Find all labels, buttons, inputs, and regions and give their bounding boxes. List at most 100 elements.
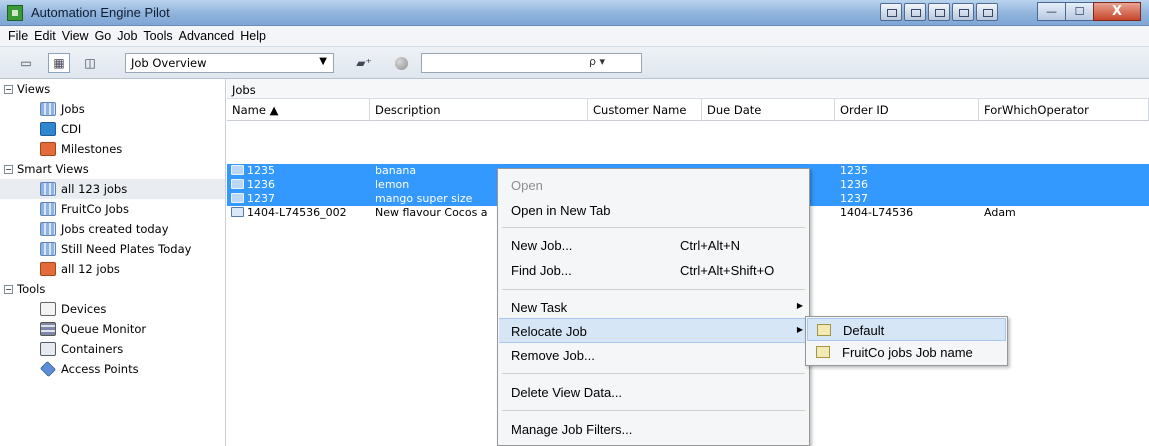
sidebar-item-label: FruitCo Jobs: [61, 202, 129, 216]
submenu-item-label: Default: [843, 323, 885, 338]
sidebar-item-label: Milestones: [61, 142, 123, 156]
order-id-cell: 1404-L74536: [840, 206, 914, 219]
job-name: 1236: [247, 178, 275, 191]
search-input[interactable]: [421, 53, 642, 73]
window-title: Automation Engine Pilot: [31, 5, 170, 20]
sidebar-item-access-points[interactable]: Access Points: [0, 359, 225, 379]
folder-icon: [231, 165, 244, 175]
view-select[interactable]: Job Overview ▼: [125, 53, 334, 73]
sidebar-item-cdi[interactable]: CDI: [0, 119, 225, 139]
menu-open[interactable]: Open: [499, 173, 808, 198]
menu-file[interactable]: File: [5, 29, 31, 43]
cdi-icon: [40, 122, 56, 136]
menu-new-task[interactable]: New Task ▶: [499, 295, 808, 320]
menu-manage-job-filters[interactable]: Manage Job Filters...: [499, 417, 808, 442]
sidebar-group-smart-views[interactable]: − Smart Views: [0, 159, 225, 179]
layout-icon[interactable]: [928, 3, 950, 21]
menu-go[interactable]: Go: [92, 29, 115, 43]
sidebar-group-views[interactable]: − Views: [0, 79, 225, 99]
sidebar-item-containers[interactable]: Containers: [0, 339, 225, 359]
menu-item-label: New Task: [511, 300, 568, 315]
shortcut-label: Ctrl+Alt+Shift+O: [680, 263, 775, 278]
grid-view-icon[interactable]: ▦: [48, 53, 70, 73]
minimize-button[interactable]: —: [1037, 2, 1066, 21]
job-name: 1404-L74536_002: [247, 206, 347, 219]
menu-relocate-job[interactable]: Relocate Job ▶: [499, 318, 808, 343]
sidebar-item-jobs[interactable]: Jobs: [0, 99, 225, 119]
sidebar-item-label: all 12 jobs: [61, 262, 120, 276]
column-header-description[interactable]: Description: [370, 99, 588, 121]
order-id-cell: 1235: [840, 164, 868, 177]
sidebar-item-all-123-jobs[interactable]: all 123 jobs: [0, 179, 225, 199]
menu-advanced[interactable]: Advanced: [176, 29, 238, 43]
folder-icon: [231, 207, 244, 217]
column-header-customer[interactable]: Customer Name: [588, 99, 702, 121]
menu-tools[interactable]: Tools: [140, 29, 175, 43]
sidebar-item-label: CDI: [61, 122, 82, 136]
menu-edit[interactable]: Edit: [31, 29, 59, 43]
smart-view-icon: [40, 202, 56, 216]
menu-bar: File Edit View Go Job Tools Advanced Hel…: [0, 26, 1149, 47]
collapse-icon[interactable]: −: [4, 84, 13, 94]
menu-separator: [502, 373, 805, 374]
column-header-name[interactable]: Name ▲: [227, 99, 370, 121]
menu-delete-view-data[interactable]: Delete View Data...: [499, 380, 808, 405]
location-icon: [817, 324, 831, 336]
panel-view-icon[interactable]: ◫: [79, 53, 101, 73]
menu-separator: [502, 410, 805, 411]
share-icon[interactable]: [904, 3, 926, 21]
column-header-order-id[interactable]: Order ID: [835, 99, 979, 121]
menu-item-label: Relocate Job: [511, 324, 587, 339]
sidebar-item-devices[interactable]: Devices: [0, 299, 225, 319]
panel-icon[interactable]: [952, 3, 974, 21]
sidebar-item-milestones[interactable]: Milestones: [0, 139, 225, 159]
job-name-cell: 1404-L74536_002: [231, 206, 347, 219]
devices-icon: [40, 302, 56, 316]
sidebar-item-label: all 123 jobs: [61, 182, 128, 196]
sidebar-item-all-12-jobs[interactable]: all 12 jobs: [0, 259, 225, 279]
operator-cell: Adam: [984, 206, 1016, 219]
menu-view[interactable]: View: [59, 29, 92, 43]
description-cell: mango super size: [375, 192, 473, 205]
monitor-icon[interactable]: [880, 3, 902, 21]
menu-remove-job[interactable]: Remove Job...: [499, 343, 808, 368]
shortcut-label: Ctrl+Alt+N: [680, 238, 740, 253]
menu-open-new-tab[interactable]: Open in New Tab: [499, 198, 808, 223]
sidebar-group-tools[interactable]: − Tools: [0, 279, 225, 299]
new-folder-icon[interactable]: ▰⁺: [349, 53, 379, 73]
sidebar-item-fruitco-jobs[interactable]: FruitCo Jobs: [0, 199, 225, 219]
sidebar-group-label: Tools: [17, 282, 46, 296]
submenu-fruitco-jobs[interactable]: FruitCo jobs Job name: [807, 341, 1006, 364]
menu-new-job[interactable]: New Job... Ctrl+Alt+N: [499, 233, 808, 258]
collapse-icon[interactable]: −: [4, 284, 13, 294]
jobs-icon: [40, 102, 56, 116]
submenu-default[interactable]: Default: [807, 318, 1006, 341]
column-header-operator[interactable]: ForWhichOperator: [979, 99, 1149, 121]
list-view-icon[interactable]: ▭: [15, 53, 37, 73]
titlebar-tools: [880, 3, 998, 23]
search-icon[interactable]: ρ ▾: [589, 55, 605, 68]
sidebar-item-label: Containers: [61, 342, 124, 356]
job-name: 1235: [247, 164, 275, 177]
menu-help[interactable]: Help: [237, 29, 269, 43]
relocate-submenu: Default FruitCo jobs Job name: [805, 316, 1008, 366]
menu-item-label: Find Job...: [511, 263, 572, 278]
window-controls: — ☐ X: [1037, 2, 1141, 21]
sidebar-item-still-need-plates[interactable]: Still Need Plates Today: [0, 239, 225, 259]
description-cell: banana: [375, 164, 417, 177]
menu-job[interactable]: Job: [114, 29, 140, 43]
sidebar-item-jobs-created-today[interactable]: Jobs created today: [0, 219, 225, 239]
collapse-icon[interactable]: −: [4, 164, 13, 174]
context-menu: Open Open in New Tab New Job... Ctrl+Alt…: [497, 168, 810, 446]
sidebar-item-label: Jobs created today: [61, 222, 169, 236]
panel-title: Jobs: [227, 79, 1149, 99]
maximize-button[interactable]: ☐: [1065, 2, 1094, 21]
close-button[interactable]: X: [1093, 2, 1141, 21]
menu-item-label: New Job...: [511, 238, 573, 253]
chevron-right-icon: ▶: [796, 301, 803, 310]
menu-find-job[interactable]: Find Job... Ctrl+Alt+Shift+O: [499, 258, 808, 283]
sidebar-group-label: Smart Views: [17, 162, 89, 176]
sidebar-item-queue-monitor[interactable]: Queue Monitor: [0, 319, 225, 339]
column-header-due-date[interactable]: Due Date: [702, 99, 835, 121]
user-icon[interactable]: [976, 3, 998, 21]
